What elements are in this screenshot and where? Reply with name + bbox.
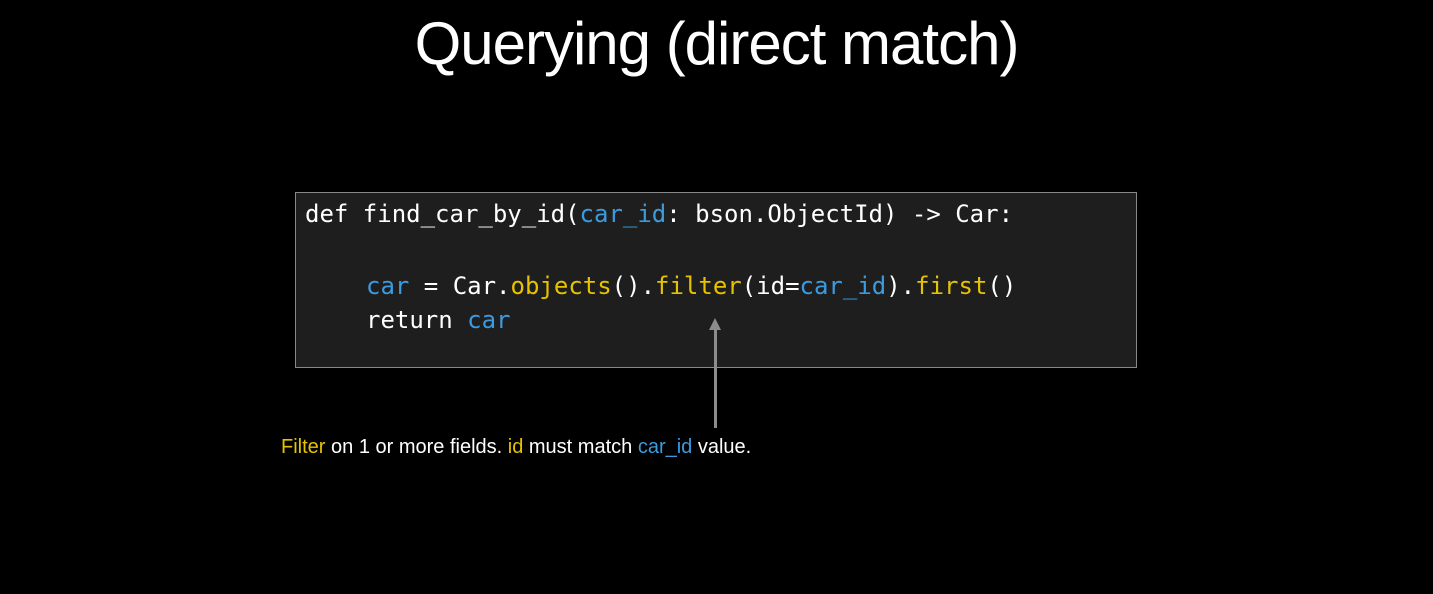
code-method-filter: filter [655,272,742,300]
code-keyword-def: def [305,200,363,228]
caption-filter-word: Filter [281,436,326,458]
code-method-objects: objects [510,272,612,300]
code-param-car-id: car_id [579,200,667,228]
slide-title: Querying (direct match) [414,10,1020,77]
code-punct-3: ). [886,272,916,300]
arrow-shaft [714,328,717,428]
code-return-var-car: car [467,306,511,334]
code-method-first: first [915,272,988,300]
caption-text: Filter on 1 or more fields. id must matc… [281,434,751,460]
code-keyword-return: return [366,306,468,334]
code-punct-1: (). [611,272,656,300]
caption-id-word: id [507,436,524,458]
code-line-return: return car [366,305,511,335]
code-signature-rest: : bson.ObjectId) -> Car: [666,200,1014,228]
caption-part-2: must match [523,436,638,458]
code-function-name: find_car_by_id( [362,200,580,228]
caption-car-id-word: car_id [637,436,693,458]
code-var-car: car [366,272,410,300]
code-line-def: def find_car_by_id(car_id: bson.ObjectId… [305,199,1013,229]
code-arg-car-id: car_id [799,272,887,300]
code-punct-2: (id= [741,272,800,300]
code-line-query: car = Car.objects().filter(id=car_id).fi… [366,271,1016,301]
caption-part-1: on 1 or more fields. [325,436,508,458]
caption-part-3: value. [692,436,752,458]
code-punct-4: () [987,272,1017,300]
code-assign: = Car. [409,272,511,300]
